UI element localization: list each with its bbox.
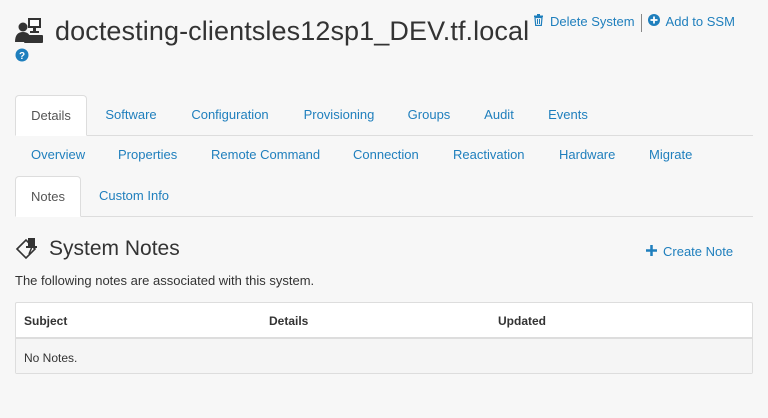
system-icon xyxy=(15,18,43,44)
notes-table: Subject Details Updated No Notes. xyxy=(15,302,753,374)
section-title: System Notes xyxy=(49,237,180,260)
subtab-connection[interactable]: Connection xyxy=(353,147,419,162)
section-header: System Notes Create Note xyxy=(15,236,753,266)
subtab-remote-command[interactable]: Remote Command xyxy=(211,147,320,162)
delete-system-label: Delete System xyxy=(550,14,635,30)
subtab-overview[interactable]: Overview xyxy=(31,147,85,162)
tab-configuration[interactable]: Configuration xyxy=(182,95,278,134)
add-to-ssm-button[interactable]: Add to SSM xyxy=(647,14,735,30)
create-note-button[interactable]: Create Note xyxy=(646,244,733,259)
table-header: Subject Details Updated xyxy=(16,303,752,339)
create-note-label: Create Note xyxy=(663,244,734,259)
tab-custom-info[interactable]: Custom Info xyxy=(91,176,177,215)
section-description: The following notes are associated with … xyxy=(15,273,315,288)
plus-icon xyxy=(646,244,657,259)
subtab-properties[interactable]: Properties xyxy=(118,147,177,162)
tab-events[interactable]: Events xyxy=(543,95,593,134)
subtab-hardware[interactable]: Hardware xyxy=(559,147,615,162)
add-to-ssm-label: Add to SSM xyxy=(665,14,735,30)
header-actions: Delete System Add to SSM xyxy=(533,14,735,32)
delete-system-button[interactable]: Delete System xyxy=(533,14,635,29)
help-icon[interactable]: ? xyxy=(15,48,29,62)
pushpin-icon xyxy=(15,236,39,260)
notes-tabs: Notes Custom Info xyxy=(15,176,753,217)
column-updated[interactable]: Updated xyxy=(498,314,546,328)
system-title: doctesting-clientsles12sp1_DEV.tf.local xyxy=(55,16,530,46)
empty-message: No Notes. xyxy=(24,351,78,365)
trash-icon xyxy=(533,14,544,29)
plus-circle-icon xyxy=(647,14,660,29)
primary-tabs: Details Software Configuration Provision… xyxy=(15,95,753,136)
svg-text:?: ? xyxy=(19,51,25,62)
column-subject[interactable]: Subject xyxy=(24,314,67,328)
table-row: No Notes. xyxy=(16,339,752,373)
tab-notes[interactable]: Notes xyxy=(15,176,81,217)
action-divider xyxy=(640,14,642,32)
subtab-reactivation[interactable]: Reactivation xyxy=(453,147,525,162)
column-details[interactable]: Details xyxy=(269,314,308,328)
tab-software[interactable]: Software xyxy=(97,95,165,134)
tab-provisioning[interactable]: Provisioning xyxy=(295,95,383,134)
subtab-migrate[interactable]: Migrate xyxy=(649,147,692,162)
tab-audit[interactable]: Audit xyxy=(478,95,520,134)
tab-groups[interactable]: Groups xyxy=(401,95,457,134)
tab-details[interactable]: Details xyxy=(15,95,87,136)
